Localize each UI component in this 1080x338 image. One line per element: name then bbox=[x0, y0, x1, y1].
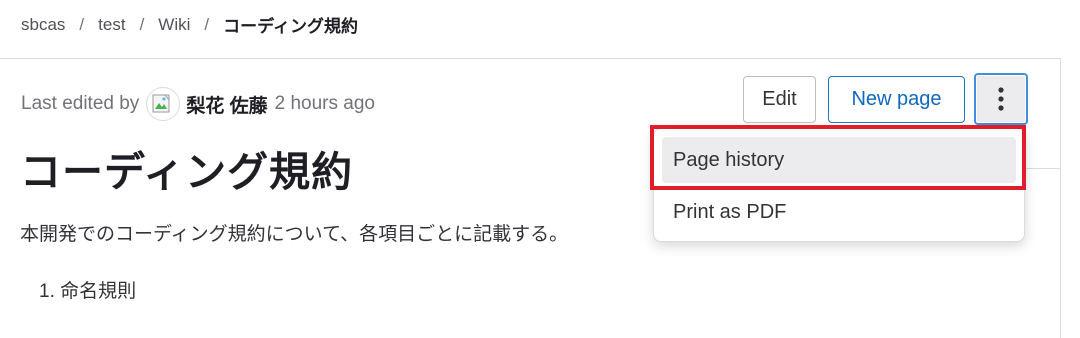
breadcrumb-separator: / bbox=[139, 14, 145, 34]
page-title: コーディング規約 bbox=[20, 149, 354, 195]
last-edited-label: Last edited by bbox=[21, 93, 140, 114]
breadcrumb-separator: / bbox=[79, 14, 85, 34]
broken-image-icon bbox=[152, 94, 170, 113]
edit-button[interactable]: Edit bbox=[743, 76, 816, 123]
panel-divider bbox=[1020, 168, 1061, 169]
author-name[interactable]: 梨花 佐藤 bbox=[186, 91, 267, 118]
kebab-vertical-icon bbox=[998, 87, 1004, 111]
breadcrumb-current[interactable]: コーディング規約 bbox=[223, 12, 358, 37]
breadcrumb: sbcas / test / Wiki / コーディング規約 bbox=[21, 12, 358, 37]
avatar[interactable] bbox=[146, 87, 181, 121]
more-actions-button[interactable] bbox=[974, 73, 1028, 125]
new-page-button[interactable]: New page bbox=[828, 76, 965, 123]
breadcrumb-separator: / bbox=[204, 14, 210, 34]
edited-time: 2 hours ago bbox=[274, 93, 375, 114]
list-item: 1. 命名規則 bbox=[39, 281, 137, 302]
breadcrumb-item-wiki[interactable]: Wiki bbox=[158, 15, 190, 35]
menu-item-print-pdf[interactable]: Print as PDF bbox=[662, 189, 1016, 235]
highlight-box bbox=[650, 125, 1026, 190]
breadcrumb-item-sbcas[interactable]: sbcas bbox=[21, 15, 65, 35]
breadcrumb-item-test[interactable]: test bbox=[98, 15, 125, 35]
last-edited-info: Last edited by 梨花 佐藤 2 hours ago bbox=[21, 86, 375, 122]
intro-paragraph: 本開発でのコーディング規約について、各項目ごとに記載する。 bbox=[20, 224, 569, 245]
